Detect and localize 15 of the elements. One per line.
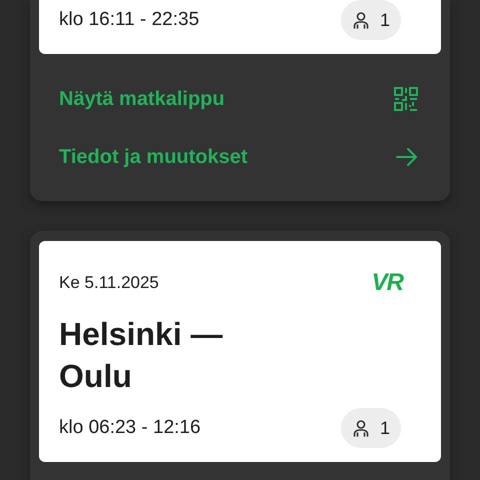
action-link[interactable]: Näytä matkalippu	[59, 70, 418, 128]
person-icon	[352, 11, 370, 29]
departure-time: klo 06:23 - 12:16	[59, 417, 201, 439]
ticket-card[interactable]: klo 16:11 - 22:35 1	[39, 0, 441, 54]
logo: VR	[372, 269, 403, 297]
route-title: Helsinki — Oulu	[59, 315, 224, 396]
person-icon	[352, 419, 370, 437]
passenger-count: 1	[380, 10, 390, 30]
qr-code-icon	[394, 87, 418, 111]
ticket-card[interactable]: Ke 5.11.2025 VR Helsinki — Oulu klo 06:23 - 12:16 1	[39, 241, 441, 462]
travel-date: Ke 5.11.2025	[59, 273, 159, 293]
departure-time: klo 16:11 - 22:35	[59, 9, 200, 31]
passenger-count: 1	[380, 418, 390, 438]
arrow-right-icon	[396, 147, 418, 167]
action-link[interactable]: Tiedot ja muutokset	[59, 128, 418, 186]
